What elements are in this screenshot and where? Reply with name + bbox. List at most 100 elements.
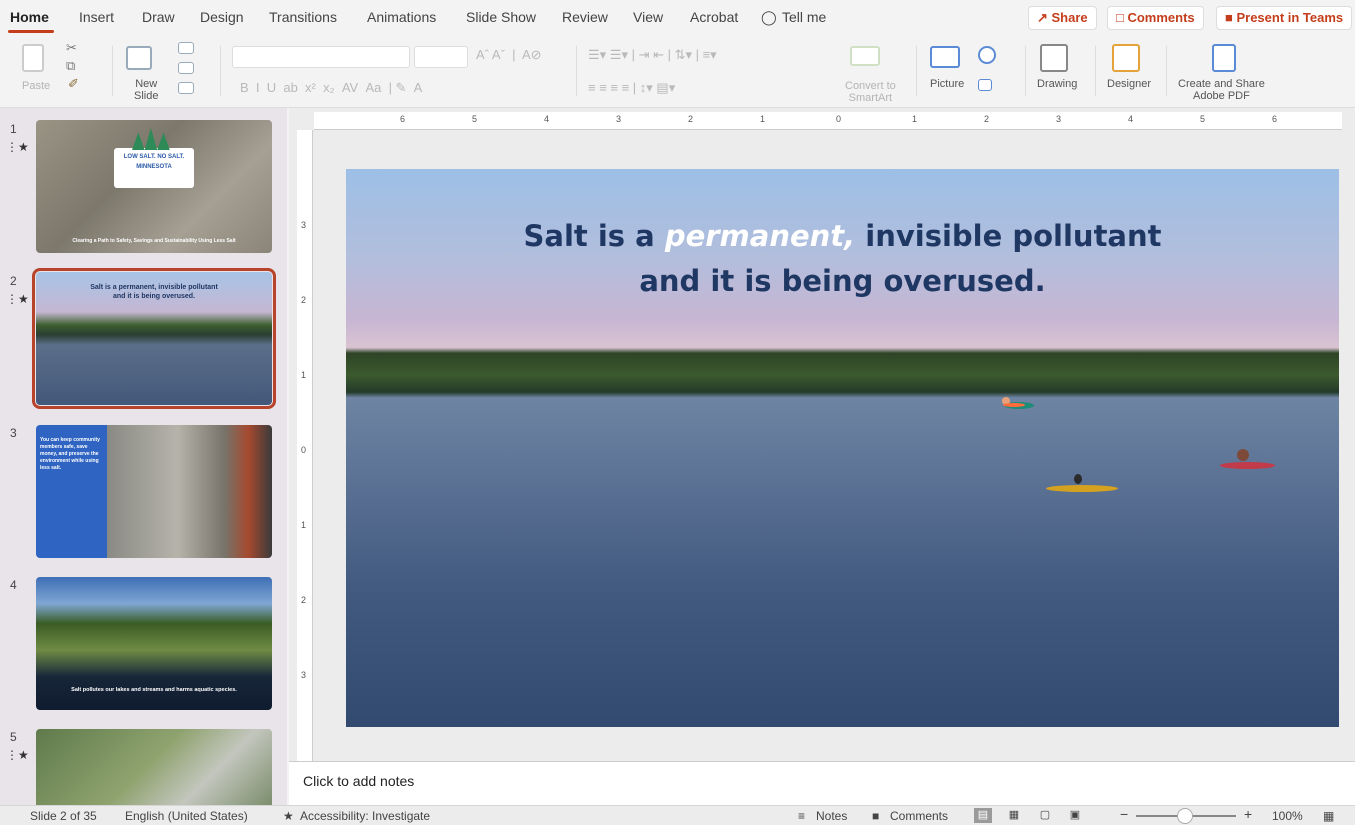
divider (916, 46, 917, 96)
notes-placeholder: Click to add notes (303, 773, 415, 789)
adobe-pdf-label[interactable]: Create and Share Adobe PDF (1178, 78, 1265, 102)
animation-star-icon: ⋮★ (6, 292, 29, 306)
ruler-number: 6 (400, 114, 406, 124)
ruler-number: 3 (301, 670, 307, 680)
shapes-icon[interactable] (978, 46, 996, 64)
slide-thumbnail-2[interactable]: Salt is a permanent, invisible pollutant… (32, 268, 276, 409)
ribbon-home: Paste ✂ ⧉ ✐ New Slide Aˆ Aˇ | A⊘ B I U ab… (0, 38, 1355, 108)
layout-icon[interactable] (178, 42, 194, 54)
slide-show-icon[interactable]: ▣ (1066, 808, 1084, 823)
slide-thumbnail-4[interactable]: Salt pollutes our lakes and streams and … (36, 577, 272, 710)
tab-view[interactable]: View (633, 9, 663, 25)
cut-icon[interactable]: ✂ (66, 40, 77, 56)
ruler-number: 5 (1200, 114, 1206, 124)
paste-icon[interactable] (22, 44, 44, 72)
fit-to-window-icon[interactable]: ▦ (1323, 809, 1334, 823)
notes-toggle[interactable]: Notes (816, 809, 847, 823)
tab-transitions[interactable]: Transitions (269, 9, 337, 25)
smartart-icon[interactable] (850, 46, 880, 66)
divider (1166, 46, 1167, 96)
lightbulb-icon: ◯ (761, 9, 777, 25)
picture-label: Picture (930, 78, 965, 90)
normal-view-icon[interactable]: ▤ (974, 808, 992, 823)
reset-icon[interactable] (178, 62, 194, 74)
horizontal-ruler: 6 5 4 3 2 1 0 1 2 3 4 5 6 (314, 112, 1342, 130)
ruler-number: 2 (688, 114, 694, 124)
convert-smartart-label[interactable]: Convert to SmartArt (845, 80, 896, 104)
thumbnail-caption: Clearing a Path to Safety, Savings and S… (72, 238, 236, 244)
slide-thumbnail-pane: 1 ⋮★ LOW SALT. NO SALT. MINNESOTA Cleari… (0, 108, 287, 805)
present-in-teams-button[interactable]: ■ Present in Teams (1216, 6, 1353, 30)
tab-design[interactable]: Design (200, 9, 244, 25)
teams-icon: ■ (1225, 10, 1237, 25)
kayak-image (1220, 462, 1275, 469)
slide-thumbnail-3[interactable]: You can keep community members safe, sav… (36, 425, 272, 558)
divider (1025, 46, 1026, 96)
active-tab-indicator (8, 30, 54, 33)
picture-icon[interactable] (930, 46, 960, 68)
slide-thumbnail-1[interactable]: LOW SALT. NO SALT. MINNESOTA Clearing a … (36, 120, 272, 253)
slide-title[interactable]: Salt is a permanent, invisible pollutant… (346, 214, 1339, 304)
text-format-controls[interactable]: B I U ab x² x₂ AV Aa | ✎ A (240, 80, 422, 96)
tab-insert[interactable]: Insert (79, 9, 114, 25)
font-size-controls[interactable]: Aˆ Aˇ | A⊘ (476, 47, 542, 63)
notes-pane[interactable]: Click to add notes (289, 761, 1355, 805)
tab-review[interactable]: Review (562, 9, 608, 25)
thumbnail-body-text: You can keep community members safe, sav… (40, 437, 100, 471)
designer-label: Designer (1107, 78, 1152, 90)
vertical-ruler: 3 2 1 0 1 2 3 (297, 130, 313, 761)
zoom-slider-thumb[interactable] (1177, 808, 1193, 824)
accessibility-status[interactable]: Accessibility: Investigate (300, 809, 430, 823)
logo-text: LOW SALT. NO SALT. (123, 154, 185, 160)
ruler-number: 1 (301, 520, 307, 530)
tell-me-search[interactable]: Tell me (782, 9, 826, 25)
zoom-out-button[interactable]: − (1120, 806, 1128, 822)
ruler-number: 2 (984, 114, 990, 124)
drawing-label: Drawing (1037, 78, 1078, 90)
ruler-number: 2 (301, 295, 307, 305)
status-bar: Slide 2 of 35 English (United States) ★ … (0, 805, 1355, 825)
slide-canvas[interactable]: Salt is a permanent, invisible pollutant… (346, 169, 1339, 727)
font-name-combo[interactable] (232, 46, 410, 68)
paragraph-align-controls[interactable]: ≡ ≡ ≡ ≡ | ↕▾ ▤▾ (588, 80, 675, 96)
slide-sorter-icon[interactable]: ▦ (1005, 808, 1023, 823)
slide-thumbnail-5[interactable] (36, 729, 272, 805)
section-icon[interactable] (178, 82, 194, 94)
ruler-number: 0 (301, 445, 307, 455)
comment-icon: ■ (872, 809, 880, 823)
zoom-in-button[interactable]: + (1244, 806, 1252, 822)
tab-slide-show[interactable]: Slide Show (466, 9, 536, 25)
language-indicator[interactable]: English (United States) (125, 809, 248, 823)
comments-button[interactable]: □ Comments (1107, 6, 1204, 30)
tab-home[interactable]: Home (10, 9, 49, 25)
ruler-number: 1 (760, 114, 766, 124)
divider (112, 46, 113, 96)
tab-animations[interactable]: Animations (367, 9, 436, 25)
reading-view-icon[interactable]: ▢ (1036, 808, 1054, 823)
adobe-pdf-icon[interactable] (1212, 44, 1236, 72)
thumbnail-number: 5 (10, 730, 17, 744)
paragraph-list-controls[interactable]: ☰▾ ☰▾ | ⇥ ⇤ | ⇅▾ | ≡▾ (588, 47, 717, 63)
divider (220, 46, 221, 96)
logo-text: MINNESOTA (136, 164, 172, 170)
font-size-combo[interactable] (414, 46, 468, 68)
drawing-icon[interactable] (1040, 44, 1068, 72)
comments-toggle[interactable]: Comments (890, 809, 948, 823)
textbox-icon[interactable] (978, 79, 992, 91)
thumbnail-title: Salt is a permanent, invisible pollutant (90, 284, 218, 291)
new-slide-icon[interactable] (126, 46, 152, 70)
designer-icon[interactable] (1112, 44, 1140, 72)
ruler-number: 6 (1272, 114, 1278, 124)
share-button[interactable]: ↗ Share (1028, 6, 1097, 30)
kayak-image (1046, 485, 1118, 492)
ruler-number: 1 (912, 114, 918, 124)
thumbnail-number: 4 (10, 578, 17, 592)
copy-icon[interactable]: ⧉ (66, 58, 75, 74)
format-painter-icon[interactable]: ✐ (68, 76, 79, 92)
thumbnail-number: 1 (10, 122, 17, 136)
tab-draw[interactable]: Draw (142, 9, 175, 25)
share-icon: ↗ (1037, 10, 1052, 25)
new-slide-label[interactable]: New Slide (134, 78, 158, 102)
tab-acrobat[interactable]: Acrobat (690, 9, 738, 25)
zoom-level[interactable]: 100% (1272, 809, 1303, 823)
